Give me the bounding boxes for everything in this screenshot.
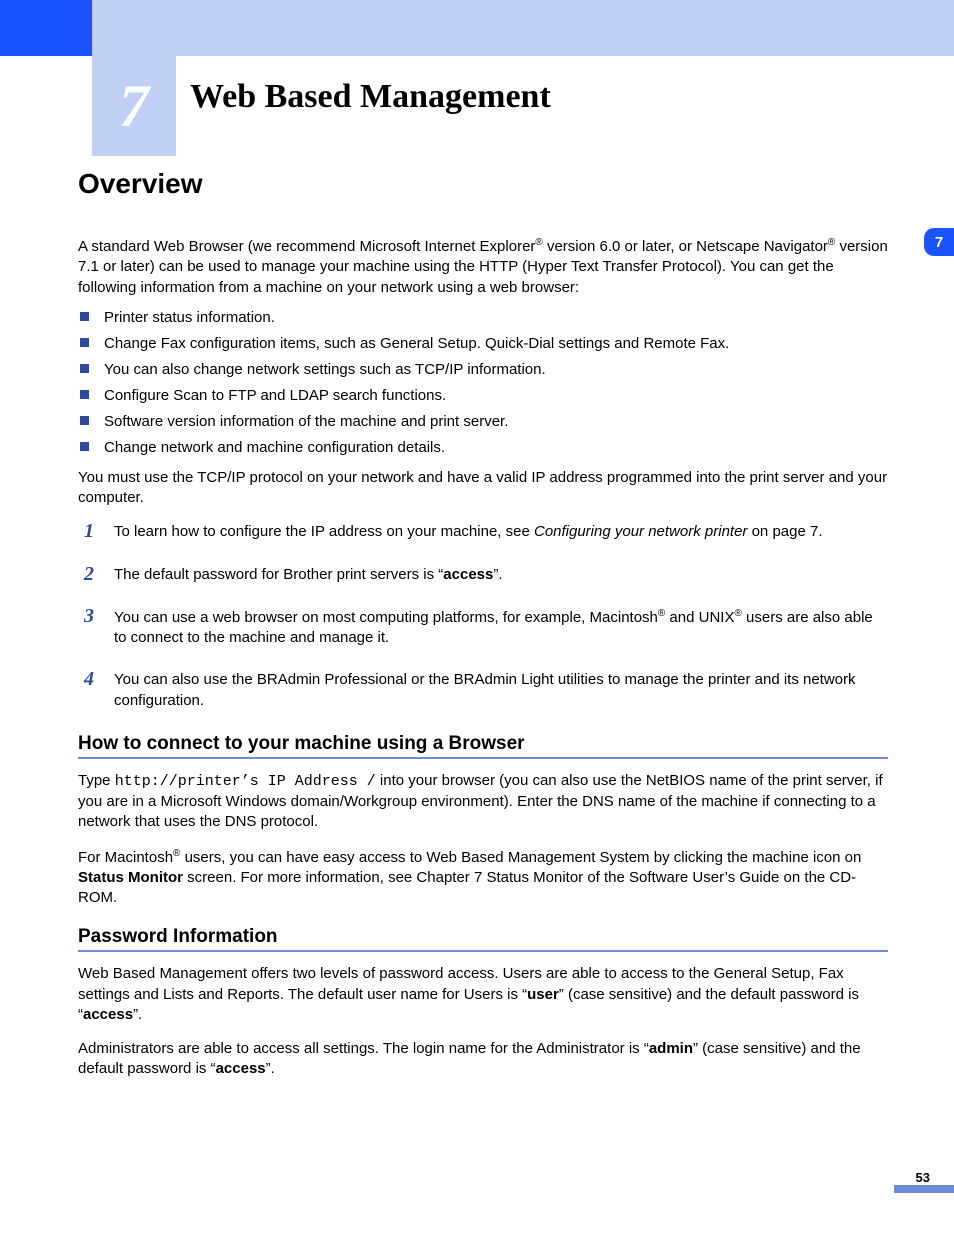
password-paragraph-2: Administrators are able to access all se… [78, 1039, 888, 1080]
page-content: Overview A standard Web Browser (we reco… [78, 168, 888, 1086]
list-item: Change network and machine configuration… [78, 436, 888, 460]
text: You can also use the BRAdmin Professiona… [114, 671, 856, 708]
page-number: 53 [916, 1170, 930, 1185]
howto-paragraph-1: Type http://printer’s IP Address / into … [78, 771, 888, 833]
password-paragraph-1: Web Based Management offers two levels o… [78, 964, 888, 1025]
note-item: 2 The default password for Brother print… [78, 565, 888, 585]
list-item: Printer status information. [78, 306, 888, 330]
numbered-notes: 1 To learn how to configure the IP addre… [78, 522, 888, 711]
status-monitor-label: Status Monitor [78, 869, 183, 886]
note-item: 1 To learn how to configure the IP addre… [78, 522, 888, 542]
overview-intro: A standard Web Browser (we recommend Mic… [78, 236, 888, 298]
note-number: 1 [84, 518, 94, 545]
list-item: You can also change network settings suc… [78, 358, 888, 382]
note-item: 3 You can use a web browser on most comp… [78, 607, 888, 649]
text: You can use a web browser on most comput… [114, 609, 658, 626]
password-heading: Password Information [78, 926, 888, 948]
text: and UNIX [665, 609, 734, 626]
text: Administrators are able to access all se… [78, 1040, 649, 1057]
text: To learn how to configure the IP address… [114, 523, 534, 540]
text: screen. For more information, see Chapte… [78, 869, 856, 906]
section-rule [78, 950, 888, 952]
note-number: 3 [84, 603, 94, 630]
text: ”. [266, 1060, 275, 1077]
list-item: Change Fax configuration items, such as … [78, 332, 888, 356]
password-value: access [443, 566, 493, 583]
password-value: access [216, 1060, 266, 1077]
text: A standard Web Browser (we recommend Mic… [78, 238, 535, 255]
username-value: user [527, 986, 559, 1003]
text: on page 7. [747, 523, 822, 540]
page-number-bar [894, 1185, 954, 1193]
text: Type [78, 772, 115, 789]
chapter-title: Web Based Management [190, 78, 551, 116]
chapter-number-badge: 7 [92, 56, 176, 156]
overview-after-bullets: You must use the TCP/IP protocol on your… [78, 468, 888, 509]
text: For Macintosh [78, 849, 173, 866]
list-item: Software version information of the mach… [78, 410, 888, 434]
header-blue-block [0, 0, 92, 56]
section-rule [78, 757, 888, 759]
text: users, you can have easy access to Web B… [180, 849, 861, 866]
password-value: access [83, 1006, 133, 1023]
reg-mark-icon: ® [535, 237, 542, 248]
note-item: 4 You can also use the BRAdmin Professio… [78, 670, 888, 711]
list-item: Configure Scan to FTP and LDAP search fu… [78, 384, 888, 408]
reg-mark-icon: ® [734, 608, 741, 619]
note-number: 4 [84, 666, 94, 693]
text: ”. [493, 566, 502, 583]
text: The default password for Brother print s… [114, 566, 443, 583]
header-banner [0, 0, 954, 56]
text: version 6.0 or later, or Netscape Naviga… [543, 238, 828, 255]
overview-heading: Overview [78, 168, 888, 200]
side-chapter-tab: 7 [924, 228, 954, 256]
note-number: 2 [84, 561, 94, 588]
text: ”. [133, 1006, 142, 1023]
admin-value: admin [649, 1040, 693, 1057]
howto-paragraph-2: For Macintosh® users, you can have easy … [78, 847, 888, 909]
overview-bullet-list: Printer status information. Change Fax c… [78, 306, 888, 460]
url-code: http://printer’s IP Address / [115, 773, 376, 790]
cross-ref-link[interactable]: Configuring your network printer [534, 523, 747, 540]
howto-heading: How to connect to your machine using a B… [78, 733, 888, 755]
